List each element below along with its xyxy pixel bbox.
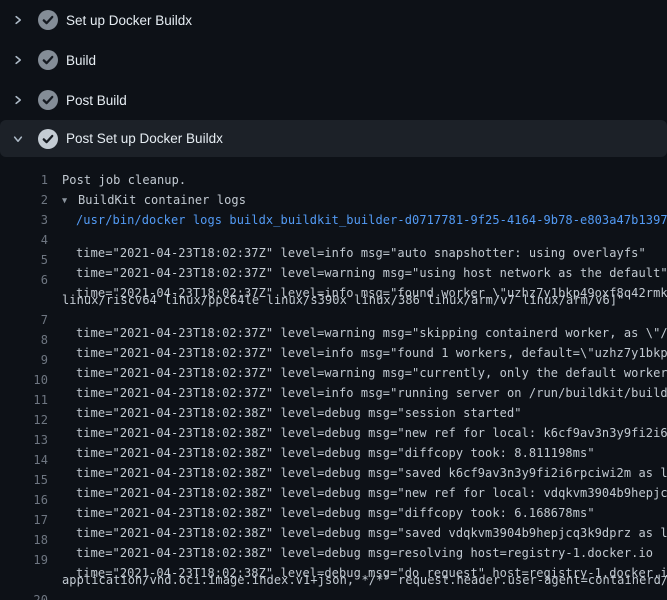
log-row: 15 time="2021-04-23T18:02:38Z" level=deb…	[0, 470, 667, 490]
log-row: 19 time="2021-04-23T18:02:38Z" level=deb…	[0, 550, 667, 570]
chevron-right-icon[interactable]	[10, 92, 26, 108]
line-number-link[interactable]: 16	[0, 490, 48, 510]
line-number-link[interactable]: 2	[0, 190, 48, 210]
check-circle-icon	[38, 10, 58, 30]
line-number-link[interactable]: 12	[0, 410, 48, 430]
line-number-link[interactable]: 11	[0, 390, 48, 410]
check-circle-icon	[38, 90, 58, 110]
log-line-text: time="2021-04-23T18:02:38Z" level=debug …	[76, 530, 653, 550]
log-row: 14 time="2021-04-23T18:02:38Z" level=deb…	[0, 450, 667, 470]
log-row: application/vnd.oci.image.index.v1+json,…	[0, 570, 667, 590]
step-label: Post Set up Docker Buildx	[66, 131, 223, 146]
log-row: 17 time="2021-04-23T18:02:38Z" level=deb…	[0, 510, 667, 530]
step-row-post-setup-docker-buildx[interactable]: Post Set up Docker Buildx	[0, 120, 667, 157]
chevron-right-icon[interactable]	[10, 12, 26, 28]
check-circle-icon	[38, 50, 58, 70]
log-row: linux/riscv64 linux/ppc64le linux/s390x …	[0, 290, 667, 310]
log-line-text: time="2021-04-23T18:02:38Z" level=debug …	[76, 450, 667, 470]
log-row: 20 time="2021-04-23T18:02:38Z" level=deb…	[0, 590, 667, 600]
line-number-link[interactable]: 4	[0, 230, 48, 250]
log-line-text: time="2021-04-23T18:02:38Z" level=debug …	[76, 390, 522, 410]
chevron-right-icon[interactable]	[10, 52, 26, 68]
log-line-text: time="2021-04-23T18:02:38Z" level=debug …	[76, 490, 595, 510]
log-row: 13 time="2021-04-23T18:02:38Z" level=deb…	[0, 430, 667, 450]
chevron-down-icon[interactable]	[10, 131, 26, 147]
step-label: Set up Docker Buildx	[66, 13, 192, 28]
line-number-link[interactable]: 15	[0, 470, 48, 490]
log-line-text: ▼BuildKit container logs	[62, 190, 246, 210]
line-number-link[interactable]: 14	[0, 450, 48, 470]
log-lines-container: 1 Post job cleanup. 2 ▼BuildKit containe…	[0, 157, 667, 600]
log-line-text: time="2021-04-23T18:02:37Z" level=info m…	[76, 370, 667, 390]
log-row: 9 time="2021-04-23T18:02:37Z" level=warn…	[0, 350, 667, 370]
step-row-build[interactable]: Build	[0, 40, 667, 80]
workflow-log-viewer: Set up Docker Buildx Build Post Build Po…	[0, 0, 667, 600]
step-row-setup-docker-buildx[interactable]: Set up Docker Buildx	[0, 0, 667, 40]
line-number-link[interactable]: 5	[0, 250, 48, 270]
log-row: 6 time="2021-04-23T18:02:37Z" level=info…	[0, 270, 667, 290]
log-line-text: application/vnd.oci.image.index.v1+json,…	[62, 570, 667, 590]
log-line-text: time="2021-04-23T18:02:37Z" level=warnin…	[76, 310, 667, 330]
line-number-link[interactable]: 7	[0, 310, 48, 330]
log-line-text: time="2021-04-23T18:02:37Z" level=info m…	[76, 270, 667, 290]
log-line-text: time="2021-04-23T18:02:37Z" level=warnin…	[76, 350, 667, 370]
log-row: 5 time="2021-04-23T18:02:37Z" level=warn…	[0, 250, 667, 270]
log-line-text: Post job cleanup.	[62, 170, 186, 190]
log-line-text: time="2021-04-23T18:02:37Z" level=info m…	[76, 230, 646, 250]
log-line-text: time="2021-04-23T18:02:38Z" level=debug …	[76, 510, 667, 530]
line-number-link[interactable]: 18	[0, 530, 48, 550]
log-row: 2 ▼BuildKit container logs	[0, 190, 667, 210]
log-line-text: time="2021-04-23T18:02:37Z" level=warnin…	[76, 250, 667, 270]
line-number-link[interactable]: 17	[0, 510, 48, 530]
line-number-link[interactable]: 1	[0, 170, 48, 190]
log-row: 16 time="2021-04-23T18:02:38Z" level=deb…	[0, 490, 667, 510]
check-circle-icon	[38, 129, 58, 149]
log-line-text: time="2021-04-23T18:02:38Z" level=debug …	[76, 550, 667, 570]
line-number-link[interactable]: 19	[0, 550, 48, 570]
line-number-link[interactable]: 20	[0, 590, 48, 600]
log-row: 7 time="2021-04-23T18:02:37Z" level=warn…	[0, 310, 667, 330]
line-number-link[interactable]: 8	[0, 330, 48, 350]
step-row-post-build[interactable]: Post Build	[0, 80, 667, 120]
log-row: 1 Post job cleanup.	[0, 170, 667, 190]
log-row: 3 /usr/bin/docker logs buildx_buildkit_b…	[0, 210, 667, 230]
line-number-link[interactable]: 6	[0, 270, 48, 290]
log-line-text: linux/riscv64 linux/ppc64le linux/s390x …	[62, 290, 624, 310]
group-toggle-icon[interactable]: ▼	[62, 191, 78, 211]
log-row: 12 time="2021-04-23T18:02:38Z" level=deb…	[0, 410, 667, 430]
log-line-text: /usr/bin/docker logs buildx_buildkit_bui…	[76, 210, 667, 230]
line-number-link[interactable]: 10	[0, 370, 48, 390]
line-number-link[interactable]	[0, 290, 48, 310]
log-line-text: time="2021-04-23T18:02:38Z" level=debug …	[76, 410, 667, 430]
step-label: Post Build	[66, 93, 127, 108]
line-number-link[interactable]	[0, 570, 48, 590]
log-line-text: time="2021-04-23T18:02:37Z" level=info m…	[76, 330, 667, 350]
log-line-text: time="2021-04-23T18:02:38Z" level=debug …	[76, 430, 595, 450]
line-number-link[interactable]: 3	[0, 210, 48, 230]
log-row: 10 time="2021-04-23T18:02:37Z" level=inf…	[0, 370, 667, 390]
log-row: 4 time="2021-04-23T18:02:37Z" level=info…	[0, 230, 667, 250]
log-line-text: time="2021-04-23T18:02:38Z" level=debug …	[76, 590, 667, 600]
log-row: 8 time="2021-04-23T18:02:37Z" level=info…	[0, 330, 667, 350]
step-label: Build	[66, 53, 96, 68]
line-number-link[interactable]: 9	[0, 350, 48, 370]
log-row: 18 time="2021-04-23T18:02:38Z" level=deb…	[0, 530, 667, 550]
line-number-link[interactable]: 13	[0, 430, 48, 450]
log-line-text: time="2021-04-23T18:02:38Z" level=debug …	[76, 470, 667, 490]
